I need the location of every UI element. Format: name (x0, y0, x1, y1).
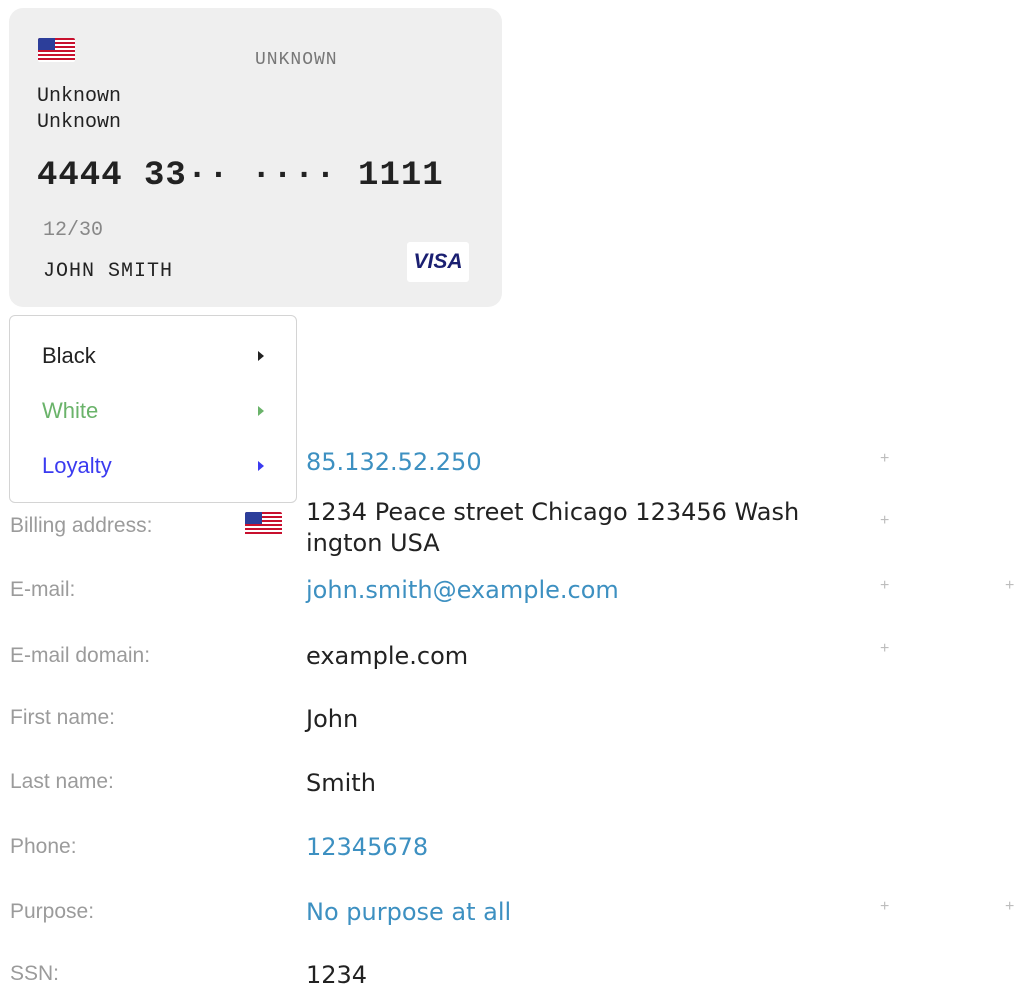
card-info-line-1: Unknown (37, 85, 122, 108)
ssn-value: 1234 (306, 961, 368, 989)
arrow-right-icon (258, 461, 264, 471)
email-domain-label: E-mail domain: (10, 644, 151, 667)
add-ip-button[interactable]: + (880, 450, 889, 468)
add-purpose-button[interactable]: + (880, 898, 889, 916)
billing-address-line-1: 1234 Peace street Chicago 123456 Wash (306, 498, 800, 526)
us-flag-icon (245, 512, 282, 536)
ssn-label: SSN: (10, 962, 60, 985)
first-name-value: John (306, 705, 359, 733)
purpose-link[interactable]: No purpose at all (306, 898, 511, 926)
us-flag-icon (38, 38, 75, 62)
arrow-right-icon (258, 406, 264, 416)
card-info: Unknown Unknown (37, 84, 121, 136)
add-email-button[interactable]: + (880, 577, 889, 595)
email-link[interactable]: john.smith@example.com (306, 576, 619, 604)
menu-item-black[interactable]: Black (10, 330, 298, 382)
purpose-label: Purpose: (10, 900, 95, 923)
last-name-label: Last name: (10, 770, 114, 793)
email-domain-value: example.com (306, 642, 469, 670)
card-info-line-2: Unknown (37, 111, 122, 134)
email-label: E-mail: (10, 578, 76, 601)
billing-address-value: 1234 Peace street Chicago 123456 Wash in… (306, 497, 799, 559)
billing-address-label: Billing address: (10, 514, 153, 537)
card-expiry: 12/30 (43, 219, 104, 242)
add-purpose-secondary-button[interactable]: + (1005, 898, 1014, 916)
last-name-value: Smith (306, 769, 376, 797)
add-billing-button[interactable]: + (880, 512, 889, 530)
card-bank-name: UNKNOWN (255, 50, 338, 70)
visa-logo: VISA (407, 242, 469, 282)
add-email-secondary-button[interactable]: + (1005, 577, 1014, 595)
list-menu: Black White Loyalty (9, 315, 297, 503)
card-holder-name: JOHN SMITH (43, 260, 174, 283)
first-name-label: First name: (10, 706, 116, 729)
billing-address-line-2: ington USA (306, 529, 440, 557)
credit-card: UNKNOWN Unknown Unknown 4444 33·· ···· 1… (9, 8, 502, 307)
phone-link[interactable]: 12345678 (306, 833, 428, 861)
arrow-right-icon (258, 351, 264, 361)
menu-item-loyalty[interactable]: Loyalty (10, 440, 298, 492)
card-number: 4444 33·· ···· 1111 (37, 157, 444, 195)
ip-address-link[interactable]: 85.132.52.250 (306, 448, 482, 476)
menu-item-label: Loyalty (42, 453, 112, 478)
phone-label: Phone: (10, 835, 77, 858)
menu-item-label: Black (42, 343, 96, 368)
menu-item-label: White (42, 398, 99, 423)
add-email-domain-button[interactable]: + (880, 640, 889, 658)
menu-item-white[interactable]: White (10, 385, 298, 437)
